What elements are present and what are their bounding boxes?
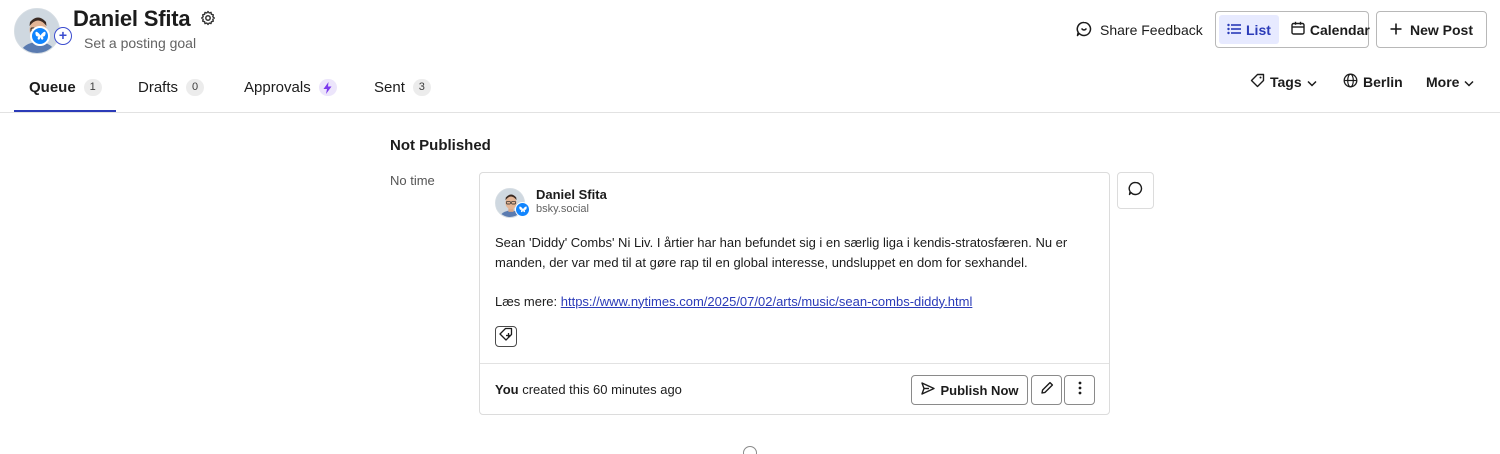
chat-bubble-icon bbox=[1076, 21, 1092, 40]
tags-filter-button[interactable]: Tags bbox=[1250, 62, 1317, 102]
view-toggle: List Calendar bbox=[1215, 11, 1370, 48]
vertical-dots-icon bbox=[1078, 381, 1082, 400]
set-posting-goal-link[interactable]: Set a posting goal bbox=[84, 35, 196, 51]
comments-button[interactable] bbox=[1117, 172, 1154, 209]
add-tag-button[interactable] bbox=[495, 326, 517, 347]
tab-label: Queue bbox=[29, 79, 76, 96]
chevron-down-icon bbox=[1464, 74, 1474, 90]
tab-drafts[interactable]: Drafts 0 bbox=[138, 62, 205, 113]
timezone-button[interactable]: Berlin bbox=[1343, 62, 1403, 102]
post-card-footer: You created this 60 minutes ago Publish … bbox=[480, 363, 1109, 415]
post-read-more: Læs mere: https://www.nytimes.com/2025/0… bbox=[495, 292, 1095, 312]
tab-label: Approvals bbox=[244, 79, 311, 96]
globe-icon bbox=[1343, 73, 1358, 91]
created-info: You created this 60 minutes ago bbox=[495, 382, 682, 397]
comment-icon bbox=[1128, 181, 1143, 201]
pencil-icon bbox=[1040, 381, 1054, 400]
read-more-label: Læs mere: bbox=[495, 293, 561, 309]
post-handle: bsky.social bbox=[536, 203, 589, 215]
calendar-icon bbox=[1291, 21, 1305, 38]
post-card: Daniel Sfita bsky.social Sean 'Diddy' Co… bbox=[479, 172, 1110, 415]
publish-now-label: Publish Now bbox=[940, 382, 1019, 398]
list-icon bbox=[1227, 22, 1241, 38]
active-tab-indicator bbox=[14, 110, 116, 112]
timezone-label: Berlin bbox=[1363, 74, 1403, 90]
new-post-label: New Post bbox=[1409, 21, 1473, 38]
post-options-button[interactable] bbox=[1064, 375, 1095, 405]
bluesky-butterfly-icon bbox=[515, 202, 530, 217]
edit-post-button[interactable] bbox=[1031, 375, 1062, 405]
share-feedback-button[interactable]: Share Feedback bbox=[1076, 20, 1203, 40]
publish-now-button[interactable]: Publish Now bbox=[911, 375, 1028, 405]
tag-icon bbox=[1250, 73, 1265, 91]
page-header: + Daniel Sfita Set a posting goal Share … bbox=[0, 0, 1500, 60]
tab-count-badge: 0 bbox=[186, 79, 205, 96]
post-text-line: Sean 'Diddy' Combs' Ni Liv. I årtier har… bbox=[495, 235, 1068, 250]
created-by: You bbox=[495, 382, 519, 397]
tab-count-badge: 3 bbox=[412, 79, 431, 96]
tags-label: Tags bbox=[1270, 74, 1302, 90]
calendar-view-button[interactable]: Calendar bbox=[1283, 15, 1378, 44]
calendar-view-label: Calendar bbox=[1309, 21, 1370, 38]
list-view-button[interactable]: List bbox=[1219, 15, 1279, 44]
tab-count-badge: 1 bbox=[83, 79, 102, 96]
bluesky-butterfly-icon bbox=[30, 26, 50, 46]
section-title: Not Published bbox=[390, 137, 491, 154]
share-feedback-label: Share Feedback bbox=[1100, 22, 1203, 38]
gear-icon[interactable] bbox=[200, 10, 216, 26]
tab-label: Drafts bbox=[138, 79, 179, 96]
post-body[interactable]: Sean 'Diddy' Combs' Ni Liv. I årtier har… bbox=[495, 233, 1095, 311]
loading-spinner bbox=[743, 446, 757, 454]
chevron-down-icon bbox=[1307, 74, 1317, 90]
tab-label: Sent bbox=[374, 79, 405, 96]
lightning-bolt-icon bbox=[318, 79, 337, 96]
send-icon bbox=[920, 382, 935, 398]
tab-queue[interactable]: Queue 1 bbox=[29, 62, 102, 113]
list-view-label: List bbox=[1246, 21, 1271, 38]
new-post-button[interactable]: New Post bbox=[1376, 11, 1487, 48]
profile-name: Daniel Sfita bbox=[73, 6, 191, 31]
more-menu-button[interactable]: More bbox=[1426, 62, 1474, 102]
tag-plus-icon bbox=[499, 327, 513, 346]
more-label: More bbox=[1426, 74, 1460, 90]
tab-sent[interactable]: Sent 3 bbox=[374, 62, 431, 113]
post-author: Daniel Sfita bbox=[536, 187, 607, 202]
post-text-line: manden, der var med til at gøre rap til … bbox=[495, 254, 1028, 270]
post-link[interactable]: https://www.nytimes.com/2025/07/02/arts/… bbox=[561, 294, 973, 309]
tab-approvals[interactable]: Approvals bbox=[244, 62, 337, 113]
created-text: created this 60 minutes ago bbox=[518, 382, 682, 397]
add-channel-plus-icon[interactable]: + bbox=[54, 27, 72, 45]
plus-icon bbox=[1390, 22, 1402, 38]
time-slot-label: No time bbox=[390, 173, 435, 188]
